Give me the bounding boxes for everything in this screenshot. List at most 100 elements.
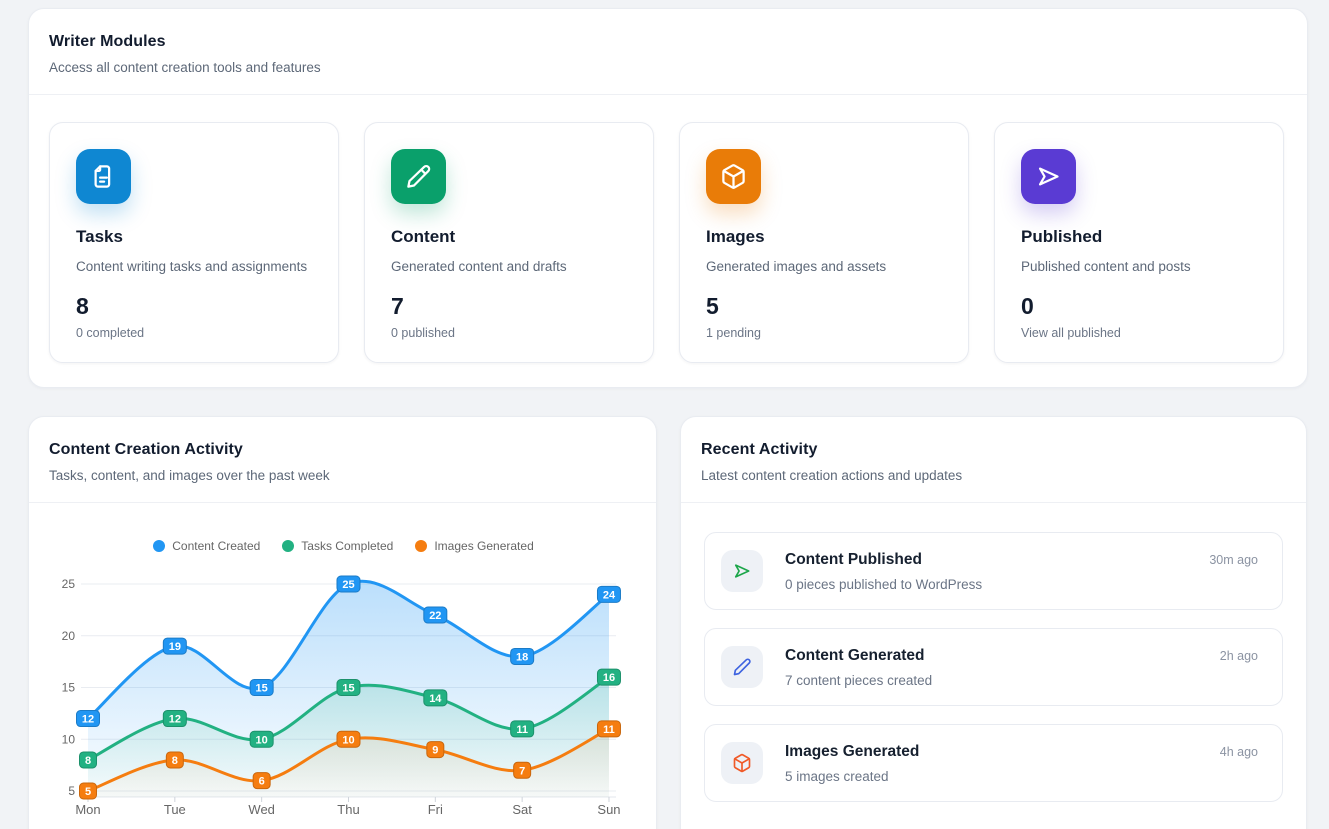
svg-text:19: 19 [169, 641, 181, 653]
svg-text:14: 14 [429, 693, 442, 705]
svg-text:24: 24 [603, 589, 616, 601]
cube-icon [721, 742, 763, 784]
activity-timestamp: 30m ago [1209, 553, 1258, 567]
activity-body: Content Generated 7 content pieces creat… [785, 647, 1198, 688]
legend-label: Tasks Completed [301, 539, 393, 553]
send-icon [721, 550, 763, 592]
svg-text:10: 10 [256, 734, 268, 746]
svg-text:12: 12 [82, 714, 94, 726]
module-card-content[interactable]: Content Generated content and drafts 7 0… [364, 122, 654, 363]
chart-card-header: Content Creation Activity Tasks, content… [29, 417, 656, 503]
svg-text:20: 20 [62, 629, 76, 643]
recent-activity-title: Recent Activity [701, 441, 1286, 459]
cube-icon [706, 149, 761, 204]
svg-text:10: 10 [62, 732, 76, 746]
module-meta: 1 pending [706, 326, 942, 340]
pencil-icon [391, 149, 446, 204]
svg-text:22: 22 [429, 610, 441, 622]
module-description: Generated content and drafts [391, 259, 627, 274]
recent-activity-header: Recent Activity Latest content creation … [681, 417, 1306, 503]
svg-text:16: 16 [603, 672, 615, 684]
activity-body: Images Generated 5 images created [785, 743, 1198, 784]
svg-text:8: 8 [172, 755, 178, 767]
recent-activity-subtitle: Latest content creation actions and upda… [701, 468, 1286, 483]
module-title: Published [1021, 227, 1257, 247]
activity-title: Content Generated [785, 647, 1198, 665]
dashboard-page: { "writer_modules": { "title": "Writer M… [0, 0, 1329, 829]
send-icon [1021, 149, 1076, 204]
svg-text:15: 15 [62, 681, 76, 695]
module-description: Content writing tasks and assignments [76, 259, 312, 274]
module-title: Content [391, 227, 627, 247]
svg-text:6: 6 [259, 776, 265, 788]
activity-title: Content Published [785, 551, 1187, 569]
module-title: Tasks [76, 227, 312, 247]
svg-text:7: 7 [519, 765, 525, 777]
activity-item-images-generated: Images Generated 5 images created 4h ago [704, 724, 1283, 802]
module-title: Images [706, 227, 942, 247]
svg-text:12: 12 [169, 714, 181, 726]
activity-chart: Content Created Tasks Completed Images G… [29, 503, 658, 829]
module-count: 0 [1021, 293, 1257, 320]
svg-text:Sun: Sun [597, 802, 620, 817]
svg-text:8: 8 [85, 755, 91, 767]
module-card-images[interactable]: Images Generated images and assets 5 1 p… [679, 122, 969, 363]
svg-text:15: 15 [256, 683, 268, 695]
svg-text:5: 5 [85, 786, 91, 798]
activity-body: Content Published 0 pieces published to … [785, 551, 1187, 592]
activity-item-content-published: Content Published 0 pieces published to … [704, 532, 1283, 610]
chart-legend: Content Created Tasks Completed Images G… [29, 539, 658, 553]
activity-description: 0 pieces published to WordPress [785, 577, 1187, 592]
activity-title: Images Generated [785, 743, 1198, 761]
svg-text:5: 5 [68, 784, 75, 798]
svg-text:Thu: Thu [337, 802, 359, 817]
legend-dot-icon [415, 540, 427, 552]
svg-text:18: 18 [516, 651, 528, 663]
activity-chart-card: Content Creation Activity Tasks, content… [28, 416, 657, 829]
chart-subtitle: Tasks, content, and images over the past… [49, 468, 636, 483]
svg-text:9: 9 [432, 745, 438, 757]
svg-text:25: 25 [342, 579, 354, 591]
svg-text:25: 25 [62, 577, 76, 591]
svg-text:Tue: Tue [164, 802, 186, 817]
svg-text:15: 15 [342, 683, 354, 695]
activity-item-content-generated: Content Generated 7 content pieces creat… [704, 628, 1283, 706]
activity-list: Content Published 0 pieces published to … [681, 503, 1306, 829]
writer-modules-card: Writer Modules Access all content creati… [28, 8, 1308, 388]
legend-item-content-created[interactable]: Content Created [153, 539, 260, 553]
legend-item-images-generated[interactable]: Images Generated [415, 539, 533, 553]
legend-label: Content Created [172, 539, 260, 553]
svg-text:11: 11 [603, 724, 615, 736]
module-card-tasks[interactable]: Tasks Content writing tasks and assignme… [49, 122, 339, 363]
svg-text:Sat: Sat [512, 802, 532, 817]
pencil-icon [721, 646, 763, 688]
module-description: Published content and posts [1021, 259, 1257, 274]
svg-text:Wed: Wed [248, 802, 275, 817]
activity-timestamp: 4h ago [1220, 745, 1258, 759]
svg-text:Fri: Fri [428, 802, 443, 817]
page-subtitle: Access all content creation tools and fe… [49, 60, 1287, 75]
module-meta: View all published [1021, 326, 1257, 340]
module-count: 5 [706, 293, 942, 320]
document-icon [76, 149, 131, 204]
legend-label: Images Generated [434, 539, 533, 553]
module-meta: 0 published [391, 326, 627, 340]
activity-timestamp: 2h ago [1220, 649, 1258, 663]
svg-text:Mon: Mon [75, 802, 100, 817]
legend-item-tasks-completed[interactable]: Tasks Completed [282, 539, 393, 553]
module-meta: 0 completed [76, 326, 312, 340]
legend-dot-icon [153, 540, 165, 552]
module-card-published[interactable]: Published Published content and posts 0 … [994, 122, 1284, 363]
legend-dot-icon [282, 540, 294, 552]
chart-title: Content Creation Activity [49, 441, 636, 459]
page-title: Writer Modules [49, 33, 1287, 51]
activity-description: 5 images created [785, 769, 1198, 784]
writer-modules-header: Writer Modules Access all content creati… [29, 9, 1307, 95]
svg-text:10: 10 [342, 734, 354, 746]
svg-text:11: 11 [516, 724, 528, 736]
modules-row: Tasks Content writing tasks and assignme… [29, 95, 1307, 390]
activity-description: 7 content pieces created [785, 673, 1198, 688]
module-description: Generated images and assets [706, 259, 942, 274]
module-count: 8 [76, 293, 312, 320]
recent-activity-card: Recent Activity Latest content creation … [680, 416, 1307, 829]
